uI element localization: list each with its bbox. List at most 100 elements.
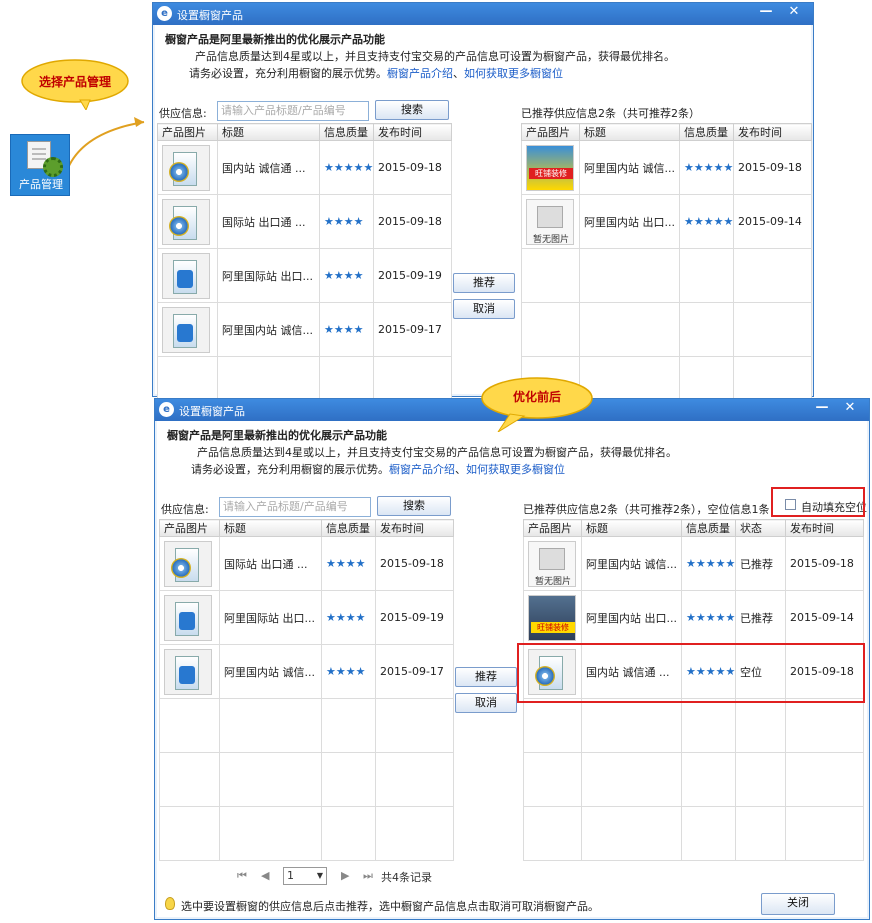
close-window-button[interactable]: ✕ — [837, 399, 863, 419]
total-records: 共4条记录 — [381, 871, 432, 884]
col-header[interactable]: 发布时间 — [375, 519, 454, 537]
table-row[interactable] — [159, 806, 454, 861]
close-button[interactable]: 关闭 — [761, 893, 835, 915]
table-row[interactable] — [523, 752, 864, 807]
thumb-cell — [157, 194, 218, 249]
col-header[interactable]: 发布时间 — [785, 519, 864, 537]
thumb-cell: 暂无图片 — [521, 194, 580, 249]
empty-cell — [375, 806, 454, 861]
empty-cell — [159, 752, 220, 807]
empty-cell — [785, 752, 864, 807]
title-cell: 阿里国内站 出口... — [581, 590, 682, 645]
link-separator: 、 — [455, 463, 466, 476]
thumbnail-caption: 暂无图片 — [532, 234, 569, 245]
recommend-button[interactable]: 推荐 — [455, 667, 517, 687]
table-row[interactable]: 国内站 诚信通 ... ★★★★★ 2015-09-18 — [157, 140, 452, 195]
date-cell: 2015-09-18 — [373, 140, 452, 195]
col-header[interactable]: 信息质量 — [321, 519, 376, 537]
product-thumbnail: 暂无图片 — [526, 198, 574, 245]
col-header[interactable]: 信息质量 — [681, 519, 736, 537]
more-slots-link[interactable]: 如何获取更多橱窗位 — [464, 67, 563, 80]
prev-page-button[interactable]: ◀ — [261, 869, 269, 882]
empty-cell — [735, 752, 786, 807]
table-row[interactable]: 旺铺装修 阿里国内站 出口... ★★★★★ 已推荐 2015-09-14 — [523, 590, 864, 645]
pointer-arrow — [67, 117, 145, 169]
table-row[interactable]: 暂无图片 阿里国内站 诚信... ★★★★★ 已推荐 2015-09-18 — [523, 536, 864, 591]
more-slots-link[interactable]: 如何获取更多橱窗位 — [466, 463, 565, 476]
table-row[interactable] — [521, 302, 812, 357]
thumb-cell — [159, 536, 220, 591]
empty-cell — [375, 752, 454, 807]
date-cell: 2015-09-17 — [373, 302, 452, 357]
col-header[interactable]: 发布时间 — [373, 123, 452, 141]
date-cell: 2015-09-18 — [373, 194, 452, 249]
empty-cell — [523, 806, 582, 861]
table-row[interactable] — [521, 248, 812, 303]
product-thumbnail — [162, 306, 210, 353]
empty-cell — [579, 248, 680, 303]
product-thumbnail — [164, 594, 212, 641]
cancel-button[interactable]: 取消 — [455, 693, 517, 713]
col-header[interactable]: 标题 — [579, 123, 680, 141]
col-header[interactable]: 状态 — [735, 519, 786, 537]
minimize-button[interactable]: — — [809, 399, 835, 419]
page-select[interactable]: 1 ▼ — [283, 867, 327, 885]
close-window-button[interactable]: ✕ — [781, 3, 807, 23]
col-header[interactable]: 信息质量 — [319, 123, 374, 141]
col-header[interactable]: 标题 — [581, 519, 682, 537]
search-input[interactable]: 请输入产品标题/产品编号 — [217, 101, 369, 121]
title-cell: 国内站 诚信通 ... — [217, 140, 320, 195]
table-row[interactable]: 阿里国际站 出口... ★★★★ 2015-09-19 — [159, 590, 454, 645]
last-page-button[interactable]: ⏭ — [363, 869, 373, 883]
title-cell: 国际站 出口通 ... — [219, 536, 322, 591]
stars-cell: ★★★★★ — [681, 590, 736, 645]
next-page-button[interactable]: ▶ — [341, 869, 349, 882]
empty-cell — [735, 698, 786, 753]
col-header[interactable]: 标题 — [219, 519, 322, 537]
empty-cell — [679, 248, 734, 303]
stars-cell: ★★★★ — [319, 194, 374, 249]
cancel-button[interactable]: 取消 — [453, 299, 515, 319]
search-button[interactable]: 搜索 — [375, 100, 449, 120]
window-title: 设置橱窗产品 — [179, 405, 245, 418]
empty-cell — [521, 302, 580, 357]
minimize-button[interactable]: — — [753, 3, 779, 23]
col-header[interactable]: 产品图片 — [523, 519, 582, 537]
title-cell: 阿里国际站 出口... — [217, 248, 320, 303]
col-header[interactable]: 产品图片 — [159, 519, 220, 537]
showcase-intro-link[interactable]: 橱窗产品介绍 — [389, 463, 455, 476]
recommend-button[interactable]: 推荐 — [453, 273, 515, 293]
table-row[interactable] — [523, 698, 864, 753]
intro-line2: 请务必设置，充分利用橱窗的展示优势。 — [191, 463, 389, 476]
search-input[interactable]: 请输入产品标题/产品编号 — [219, 497, 371, 517]
showcase-intro-link[interactable]: 橱窗产品介绍 — [387, 67, 453, 80]
table-row[interactable]: 暂无图片 阿里国内站 出口... ★★★★★ 2015-09-14 — [521, 194, 812, 249]
table-row[interactable]: 阿里国内站 诚信... ★★★★ 2015-09-17 — [159, 644, 454, 699]
col-header[interactable]: 标题 — [217, 123, 320, 141]
table-row[interactable]: 阿里国内站 诚信... ★★★★ 2015-09-17 — [157, 302, 452, 357]
empty-cell — [735, 806, 786, 861]
window-body: 橱窗产品是阿里最新推出的优化展示产品功能 产品信息质量达到4星或以上，并且支持支… — [155, 25, 812, 411]
col-header[interactable]: 发布时间 — [733, 123, 812, 141]
empty-cell — [219, 806, 322, 861]
table-row[interactable]: 旺铺装修 阿里国内站 诚信... ★★★★★ 2015-09-18 — [521, 140, 812, 195]
table-row[interactable]: 国际站 出口通 ... ★★★★ 2015-09-18 — [159, 536, 454, 591]
table-row[interactable] — [159, 752, 454, 807]
first-page-button[interactable]: ⏮ — [237, 869, 247, 883]
table-row[interactable] — [159, 698, 454, 753]
empty-cell — [681, 806, 736, 861]
recommended-summary: 已推荐供应信息2条（共可推荐2条），空位信息1条 — [523, 503, 770, 516]
intro-line2: 请务必设置，充分利用橱窗的展示优势。 — [189, 67, 387, 80]
table-row[interactable]: 阿里国际站 出口... ★★★★ 2015-09-19 — [157, 248, 452, 303]
pager: ⏮ ◀ 1 ▼ ▶ ⏭ 共4条记录 — [237, 867, 457, 885]
search-button[interactable]: 搜索 — [377, 496, 451, 516]
product-management-icon[interactable]: 产品管理 — [10, 134, 70, 196]
table-row[interactable]: 国际站 出口通 ... ★★★★ 2015-09-18 — [157, 194, 452, 249]
stars-cell: ★★★★★ — [679, 140, 734, 195]
col-header[interactable]: 产品图片 — [521, 123, 580, 141]
col-header[interactable]: 产品图片 — [157, 123, 218, 141]
col-header[interactable]: 信息质量 — [679, 123, 734, 141]
compare-balloon: 优化前后 — [480, 376, 594, 433]
stars-cell: ★★★★ — [319, 248, 374, 303]
table-row[interactable] — [523, 806, 864, 861]
